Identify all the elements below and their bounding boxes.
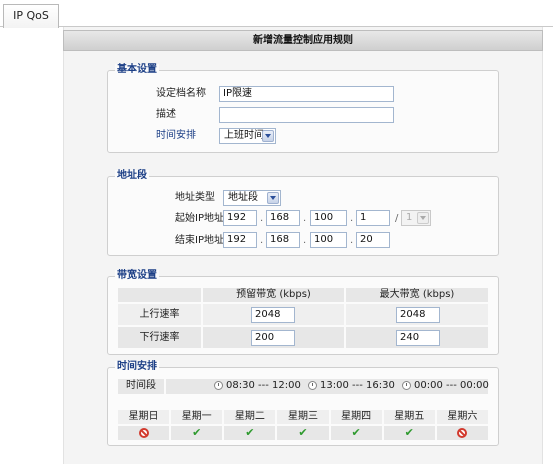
end-ip-octet-1[interactable]: 192 xyxy=(223,232,257,248)
address-legend: 地址段 xyxy=(115,170,149,182)
tab-ip-qos[interactable]: IP QoS xyxy=(3,4,59,28)
weekday-status: ✔ xyxy=(223,425,277,441)
period-label: 时间段 xyxy=(117,378,165,395)
weekday-header: 星期一 xyxy=(170,409,224,425)
ip-dot: . xyxy=(260,235,264,246)
weekday-status: ✔ xyxy=(382,425,436,441)
prohibited-icon xyxy=(457,428,468,438)
col-reserved-header: 预留带宽 (kbps) xyxy=(202,287,345,303)
uplink-max-input[interactable]: 2048 xyxy=(396,307,440,323)
col-max-header: 最大带宽 (kbps) xyxy=(345,287,489,303)
weekday-status: ✔ xyxy=(170,425,224,441)
weekday-status: ✔ xyxy=(329,425,383,441)
ip-dot: . xyxy=(303,213,307,224)
chevron-down-icon xyxy=(262,130,274,142)
downlink-reserved-input[interactable]: 200 xyxy=(251,330,295,346)
start-ip-octet-2[interactable]: 168 xyxy=(266,210,300,226)
basic-settings-legend: 基本设置 xyxy=(115,64,159,76)
weekday-status xyxy=(117,425,171,441)
tab-bar xyxy=(0,0,553,27)
address-type-label: 地址类型 xyxy=(175,192,215,203)
end-ip-label: 结束IP地址 xyxy=(175,235,224,246)
ip-dot: . xyxy=(260,213,264,224)
period-list: 08:30 --- 12:00 13:00 --- 16:30 00:00 --… xyxy=(165,378,489,395)
mask-select[interactable]: 1 xyxy=(401,210,431,226)
prohibited-icon xyxy=(138,428,149,438)
profile-name-input[interactable]: IP限速 xyxy=(219,86,394,102)
end-ip-octet-3[interactable]: 100 xyxy=(310,232,347,248)
clock-icon xyxy=(214,380,223,390)
downlink-max-input[interactable]: 240 xyxy=(396,330,440,346)
weekday-header: 星期五 xyxy=(382,409,436,425)
weekday-header: 星期二 xyxy=(223,409,277,425)
downlink-label: 下行速率 xyxy=(117,326,202,349)
weekday-header: 星期日 xyxy=(117,409,171,425)
weekday-header: 星期三 xyxy=(276,409,330,425)
check-icon: ✔ xyxy=(351,426,361,439)
schedule-legend: 时间安排 xyxy=(115,361,159,373)
mask-slash: / xyxy=(395,213,399,224)
ip-dot: . xyxy=(350,235,354,246)
uplink-reserved-input[interactable]: 2048 xyxy=(251,307,295,323)
check-icon: ✔ xyxy=(245,426,255,439)
description-label: 描述 xyxy=(156,109,176,120)
start-ip-octet-3[interactable]: 100 xyxy=(310,210,347,226)
weekday-header: 星期四 xyxy=(329,409,383,425)
check-icon: ✔ xyxy=(192,426,202,439)
page-title: 新增流量控制应用规则 xyxy=(63,30,543,51)
period-1: 08:30 --- 12:00 xyxy=(226,380,301,391)
address-type-value: 地址段 xyxy=(228,192,258,203)
mask-select-value: 1 xyxy=(406,212,413,223)
bandwidth-header-blank xyxy=(117,287,202,303)
bandwidth-legend: 带宽设置 xyxy=(115,270,159,282)
description-input[interactable] xyxy=(219,107,394,123)
address-type-select[interactable]: 地址段 xyxy=(223,190,281,206)
period-2: 13:00 --- 16:30 xyxy=(320,380,395,391)
check-icon: ✔ xyxy=(404,426,414,439)
end-ip-octet-4[interactable]: 20 xyxy=(356,232,390,248)
ip-dot: . xyxy=(303,235,307,246)
clock-icon xyxy=(402,380,412,390)
weekday-header: 星期六 xyxy=(435,409,489,425)
period-3: 00:00 --- 00:00 xyxy=(414,380,489,391)
schedule-select-value: 上班时间 xyxy=(224,130,264,141)
uplink-label: 上行速率 xyxy=(117,303,202,326)
schedule-label: 时间安排 xyxy=(156,130,196,141)
start-ip-octet-4[interactable]: 1 xyxy=(356,210,390,226)
check-icon: ✔ xyxy=(298,426,308,439)
start-ip-octet-1[interactable]: 192 xyxy=(223,210,257,226)
chevron-down-icon xyxy=(267,192,279,204)
weekday-status: ✔ xyxy=(276,425,330,441)
clock-icon xyxy=(308,380,318,390)
weekday-status xyxy=(435,425,489,441)
chevron-down-icon xyxy=(417,212,429,224)
schedule-select[interactable]: 上班时间 xyxy=(219,128,276,144)
start-ip-label: 起始IP地址 xyxy=(175,213,224,224)
profile-name-label: 设定档名称 xyxy=(156,88,206,99)
end-ip-octet-2[interactable]: 168 xyxy=(266,232,300,248)
ip-dot: . xyxy=(350,213,354,224)
